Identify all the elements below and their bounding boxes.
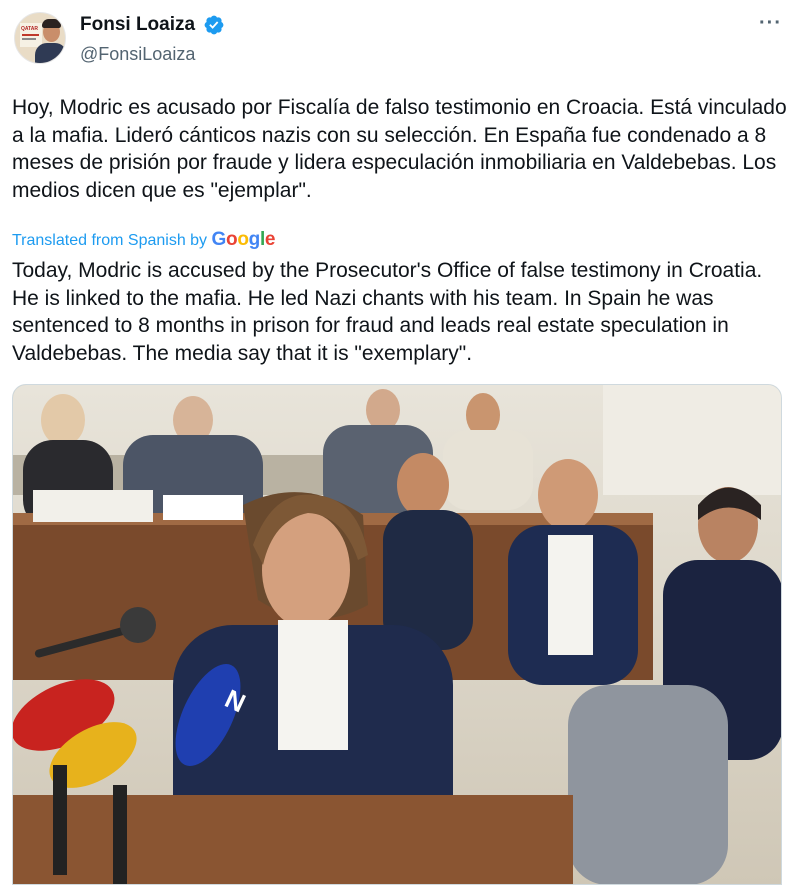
- avatar-sign-text: QATAR: [21, 26, 39, 32]
- avatar-sign: QATAR: [20, 23, 42, 47]
- author-name[interactable]: Fonsi Loaiza: [80, 12, 195, 38]
- translated-from-label: Translated from Spanish by: [12, 232, 208, 249]
- verified-badge-icon: [204, 15, 224, 35]
- translation-attribution[interactable]: Translated from Spanish by Google: [12, 229, 276, 251]
- author-avatar[interactable]: QATAR: [14, 12, 66, 64]
- tweet-photo[interactable]: N: [12, 384, 782, 885]
- author-handle[interactable]: @FonsiLoaiza: [80, 42, 195, 66]
- google-logo: Google: [212, 229, 276, 250]
- tweet-card: QATAR Fonsi Loaiza @FonsiLoaiza ··· Hoy,…: [0, 0, 800, 885]
- tweet-translated-text: Today, Modric is accused by the Prosecut…: [12, 259, 763, 365]
- courtroom-photo: N: [13, 385, 781, 884]
- google-wordmark: Google: [211, 229, 276, 250]
- tweet-original-text: Hoy, Modric es acusado por Fiscalía de f…: [12, 96, 787, 202]
- more-options-icon[interactable]: ···: [759, 12, 782, 35]
